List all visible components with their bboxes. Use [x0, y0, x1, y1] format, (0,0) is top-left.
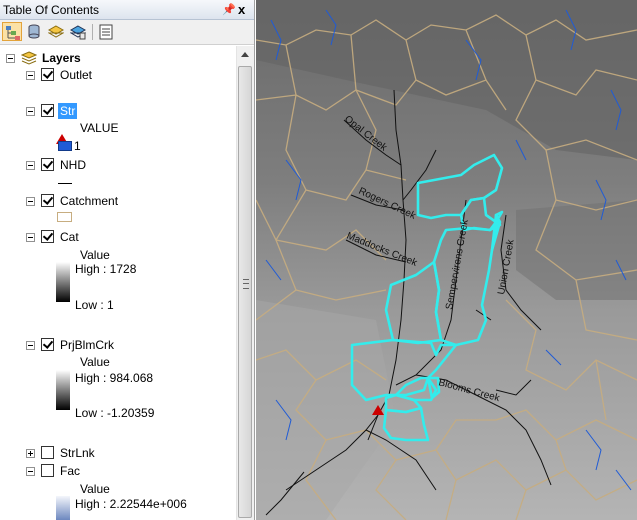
layer-visibility-checkbox[interactable] — [41, 104, 54, 117]
layer-visibility-checkbox[interactable] — [41, 338, 54, 351]
layer-name[interactable]: Fac — [60, 463, 80, 479]
layer-name[interactable]: Catchment — [60, 193, 118, 209]
collapse-toggle[interactable] — [26, 467, 35, 476]
legend-field-label: Value — [80, 355, 110, 369]
scroll-up-arrow-icon[interactable] — [237, 46, 254, 63]
collapse-toggle[interactable] — [6, 54, 15, 63]
legend-low-label: Low : -1.20359 — [75, 406, 155, 420]
collapse-toggle[interactable] — [26, 341, 35, 350]
layer-visibility-checkbox[interactable] — [41, 68, 54, 81]
layer-visibility-checkbox[interactable] — [41, 194, 54, 207]
legend-polygon-symbol — [57, 212, 72, 222]
layer-name[interactable]: Str — [58, 103, 78, 119]
layer-visibility-checkbox[interactable] — [41, 158, 54, 171]
layer-visibility-checkbox[interactable] — [41, 230, 54, 243]
legend-high-label: High : 2.22544e+006 — [75, 497, 187, 511]
legend-color-ramp — [56, 262, 70, 302]
grip-icon — [243, 279, 249, 289]
collapse-toggle[interactable] — [26, 233, 35, 242]
layer-name[interactable]: Outlet — [60, 67, 92, 83]
root-label: Layers — [42, 51, 81, 65]
collapse-toggle[interactable] — [26, 71, 35, 80]
legend-swatch — [58, 141, 72, 151]
toc-title-bar[interactable]: Table Of Contents 📌 x — [0, 0, 254, 20]
database-icon — [28, 24, 40, 39]
options-list-icon — [99, 24, 113, 40]
close-icon[interactable]: x — [238, 2, 245, 17]
toc-title: Table Of Contents — [3, 3, 100, 17]
legend-color-ramp — [56, 370, 70, 410]
legend-color-ramp — [56, 496, 70, 520]
collapse-toggle[interactable] — [26, 161, 35, 170]
legend-line-symbol — [58, 183, 72, 184]
scrollbar-thumb[interactable] — [238, 66, 252, 518]
legend-class-label: 1 — [74, 139, 81, 153]
map-canvas[interactable]: Opal Creek Rogers Creek Maddocks Creek S… — [256, 0, 637, 520]
table-of-contents-panel: Table Of Contents 📌 x Layers Outlet Str … — [0, 0, 255, 520]
layer-visibility-checkbox[interactable] — [41, 464, 54, 477]
drawing-order-icon — [6, 26, 20, 40]
collapse-toggle[interactable] — [26, 197, 35, 206]
legend-field-label: VALUE — [80, 121, 119, 135]
layer-name[interactable]: Cat — [60, 229, 79, 245]
expand-toggle[interactable] — [26, 449, 35, 458]
layer-name[interactable]: NHD — [60, 157, 86, 173]
list-by-selection-button[interactable] — [68, 22, 88, 41]
layers-icon — [21, 51, 37, 65]
selection-layers-icon — [70, 25, 86, 40]
toolbar-separator — [92, 24, 93, 40]
legend-low-label: Low : 1 — [75, 298, 114, 312]
options-button[interactable] — [96, 22, 116, 41]
list-by-source-button[interactable] — [24, 22, 44, 41]
toc-toolbar — [0, 20, 254, 45]
layer-tree: Layers Outlet Str VALUE 1 NHD Catchment … — [0, 46, 236, 520]
legend-high-label: High : 1728 — [75, 262, 137, 276]
pin-icon[interactable]: 📌 — [222, 3, 236, 16]
collapse-toggle[interactable] — [26, 107, 35, 116]
legend-high-label: High : 984.068 — [75, 371, 154, 385]
layer-name[interactable]: StrLnk — [60, 445, 95, 461]
layer-visibility-checkbox[interactable] — [41, 446, 54, 459]
list-by-drawing-order-button[interactable] — [2, 22, 22, 41]
list-by-visibility-button[interactable] — [46, 22, 66, 41]
map-view[interactable]: Opal Creek Rogers Creek Maddocks Creek S… — [256, 0, 637, 520]
legend-field-label: Value — [80, 248, 110, 262]
toc-vertical-scrollbar[interactable] — [236, 46, 254, 520]
legend-field-label: Value — [80, 482, 110, 496]
layers-icon — [48, 25, 64, 38]
layer-name[interactable]: PrjBlmCrk — [60, 337, 114, 353]
